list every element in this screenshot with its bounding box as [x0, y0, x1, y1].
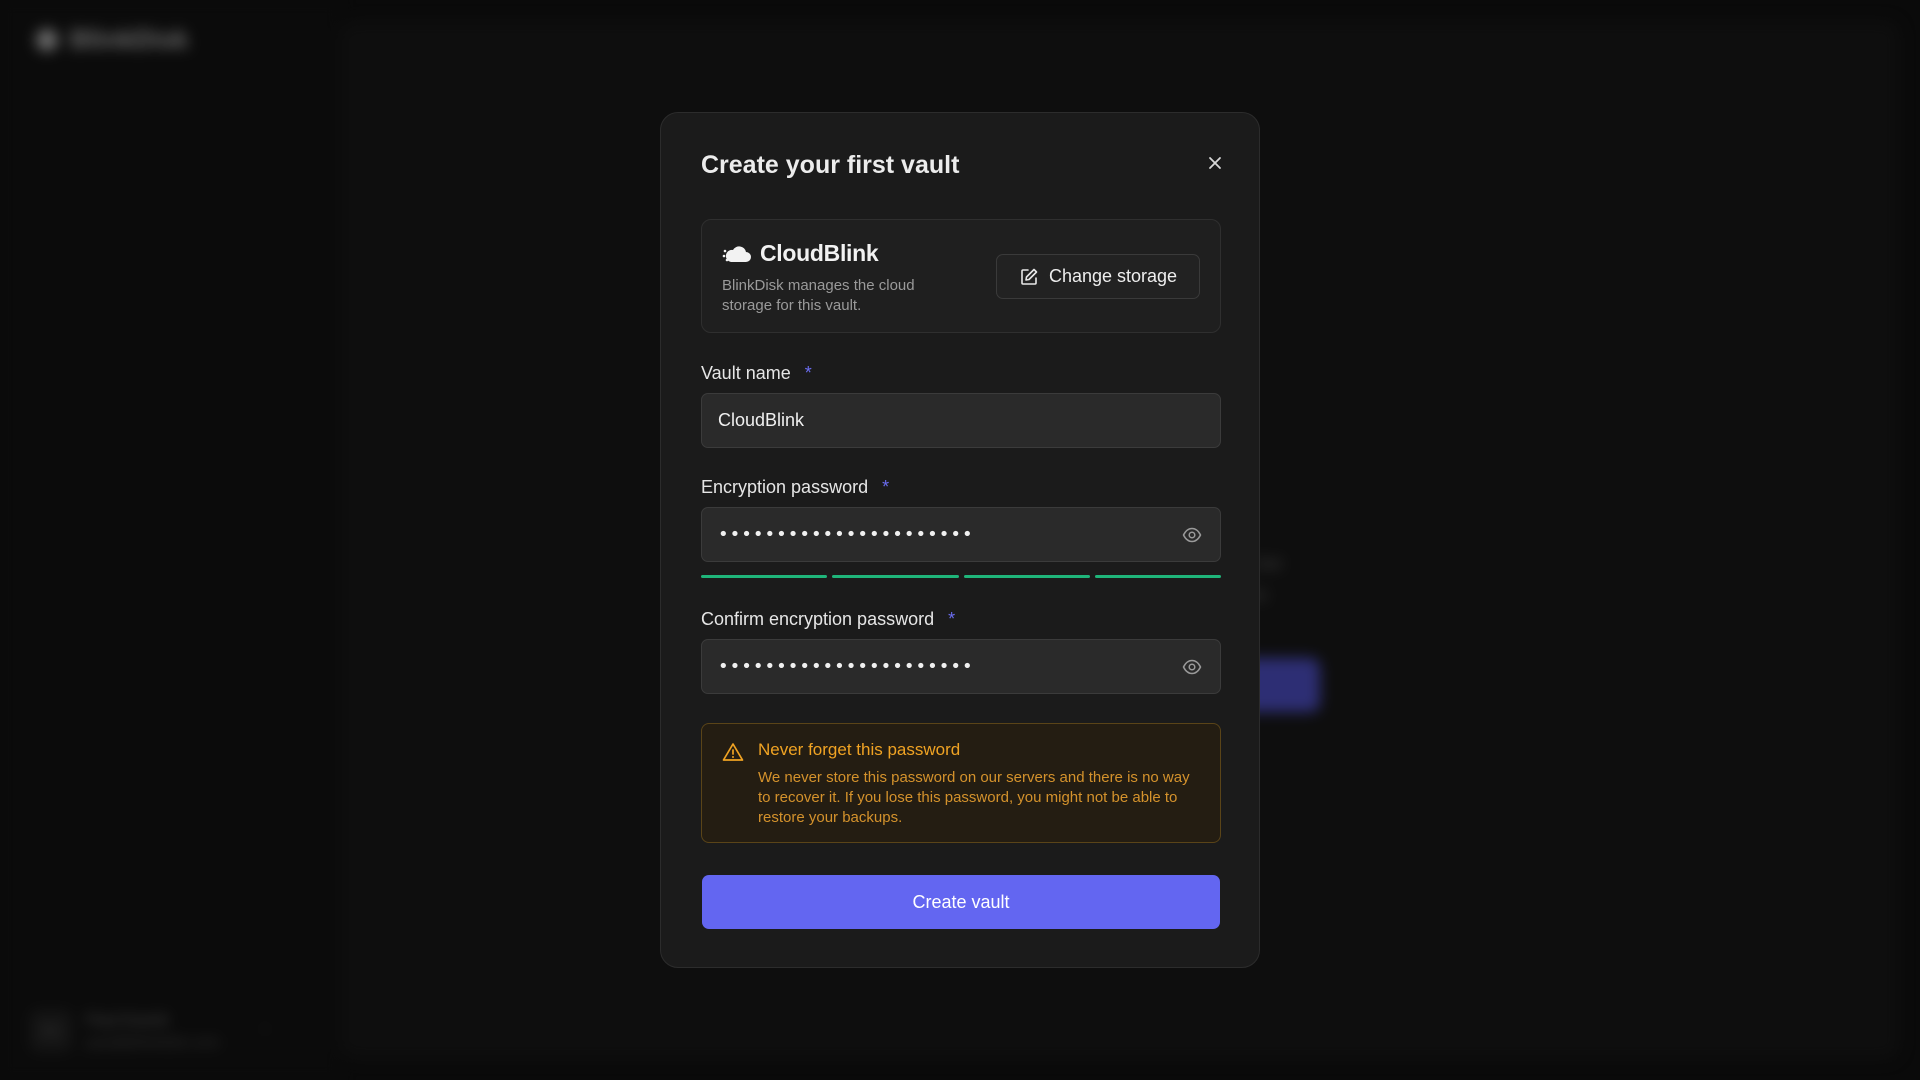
storage-provider: CloudBlink: [722, 240, 879, 267]
dialog-title: Create your first vault: [701, 151, 960, 179]
encryption-password-field[interactable]: ••••••••••••••••••••••: [701, 507, 1221, 562]
cloud-icon: [722, 245, 751, 262]
encryption-password-input[interactable]: ••••••••••••••••••••••: [718, 524, 1180, 545]
vault-name-input[interactable]: [718, 410, 1204, 431]
eye-icon: [1182, 527, 1202, 542]
storage-description: BlinkDisk manages the cloud storage for …: [722, 277, 915, 314]
strength-segment: [1094, 575, 1221, 578]
strength-segment: [832, 575, 959, 578]
confirm-password-label-text: Confirm encryption password: [701, 609, 935, 629]
encryption-password-label-text: Encryption password: [701, 477, 869, 497]
vault-name-field[interactable]: [701, 393, 1221, 448]
warning-title: Never forget this password: [758, 740, 961, 759]
vault-name-label: Vault name *: [701, 363, 812, 384]
toggle-confirm-visibility-button[interactable]: [1180, 655, 1204, 679]
required-marker: *: [882, 477, 890, 497]
confirm-password-field[interactable]: ••••••••••••••••••••••: [701, 639, 1221, 694]
storage-provider-name: CloudBlink: [760, 240, 879, 266]
password-warning-alert: Never forget this password We never stor…: [701, 723, 1221, 843]
confirm-password-input[interactable]: ••••••••••••••••••••••: [718, 656, 1180, 677]
warning-text: We never store this password on our serv…: [758, 769, 1190, 826]
change-storage-label: Change storage: [1048, 266, 1178, 286]
password-strength-meter: [701, 575, 1221, 578]
warning-triangle-icon: [722, 743, 744, 761]
required-marker: *: [948, 609, 956, 629]
strength-segment: [701, 575, 828, 578]
encryption-password-label: Encryption password *: [701, 477, 889, 498]
edit-icon: [1021, 268, 1038, 285]
close-icon: [1209, 157, 1221, 169]
toggle-password-visibility-button[interactable]: [1180, 523, 1204, 547]
close-button[interactable]: [1201, 149, 1229, 177]
required-marker: *: [804, 363, 812, 383]
eye-icon: [1182, 659, 1202, 674]
vault-name-label-text: Vault name: [701, 363, 791, 383]
storage-card: CloudBlink BlinkDisk manages the cloud s…: [701, 219, 1221, 333]
create-vault-dialog: Create your first vault CloudBlink Blink…: [660, 112, 1260, 968]
confirm-password-label: Confirm encryption password *: [701, 609, 955, 630]
change-storage-button[interactable]: Change storage: [996, 254, 1200, 299]
strength-segment: [963, 575, 1090, 578]
create-vault-button[interactable]: Create vault: [702, 875, 1220, 929]
